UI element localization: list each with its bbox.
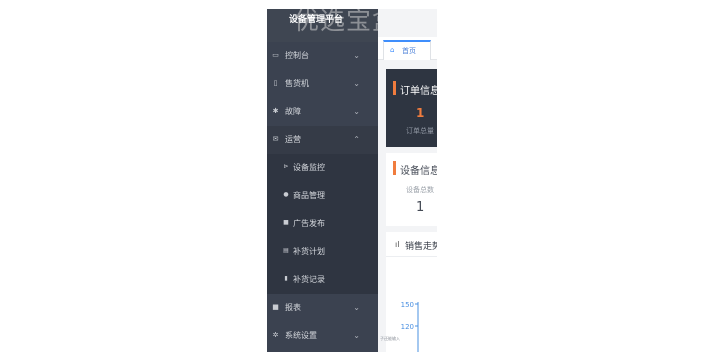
tab-label: 首页 xyxy=(402,47,416,55)
sales-trend-card: ıl 销售走势 150 120 xyxy=(386,232,437,352)
gear-icon: ✲ xyxy=(272,331,279,339)
sidebar-item-label: 控制台 xyxy=(285,51,309,60)
sidebar-item-dashboard[interactable]: ▭ 控制台 ⌄ xyxy=(267,42,378,70)
calendar-icon: ▤ xyxy=(283,247,289,254)
footnote-text: 子还能输入 xyxy=(380,336,400,341)
order-info-card: 订单信息 1 订单总量 xyxy=(386,69,437,147)
chevron-down-icon: ⌄ xyxy=(353,303,360,312)
chevron-down-icon: ⌄ xyxy=(353,331,360,340)
sales-chart: 150 120 xyxy=(401,301,419,352)
main-content: ⌂ 首页 订单信息 1 订单总量 设备信息 设备总数 1 ıl 销售走势 150… xyxy=(378,9,437,352)
sidebar-item-label: 报表 xyxy=(285,303,301,312)
chevron-up-icon: ⌃ xyxy=(353,135,360,144)
order-total-value: 1 xyxy=(416,106,425,120)
device-info-title: 设备信息 xyxy=(400,166,437,177)
mail-icon: ✉ xyxy=(272,135,279,143)
sidebar-subitem-label: 补货记录 xyxy=(293,275,325,284)
device-total-label: 设备总数 xyxy=(406,186,434,194)
sidebar-item-settings[interactable]: ✲ 系统设置 ⌄ xyxy=(267,322,378,350)
sidebar-item-label: 故障 xyxy=(285,107,301,116)
sidebar-item-vending[interactable]: ▯ 售货机 ⌄ xyxy=(267,70,378,98)
brand-title: 设备管理平台 xyxy=(289,15,344,25)
sidebar-item-fault[interactable]: ✱ 故障 ⌄ xyxy=(267,98,378,126)
device-total-value: 1 xyxy=(416,200,425,215)
home-icon: ⌂ xyxy=(390,46,395,54)
sidebar-item-reports[interactable]: ■ 报表 ⌄ xyxy=(267,294,378,322)
monitor-icon: ⊳ xyxy=(283,163,289,170)
circle-icon: ● xyxy=(283,191,289,198)
monitor-icon: ▭ xyxy=(272,51,279,59)
sidebar-subitem-restock-plan[interactable]: ▤ 补货计划 xyxy=(267,238,378,266)
sidebar-subitem-ad-publish[interactable]: ■ 广告发布 xyxy=(267,210,378,238)
brand-header: 优选宝盒 设备管理平台 xyxy=(267,9,397,42)
sidebar-subitem-device-monitor[interactable]: ⊳ 设备监控 xyxy=(267,154,378,182)
sidebar-subitem-label: 商品管理 xyxy=(293,191,325,200)
table-icon: ■ xyxy=(272,303,279,311)
sidebar-subitem-label: 设备监控 xyxy=(293,163,325,172)
sidebar-subitem-restock-record[interactable]: ▮ 补货记录 xyxy=(267,266,378,294)
app-window: 优选宝盒 设备管理平台 ▭ 控制台 ⌄ ▯ 售货机 ⌄ ✱ 故障 ⌄ ✉ 运营 xyxy=(267,9,437,352)
sidebar-item-label: 售货机 xyxy=(285,79,309,88)
sidebar-subitem-label: 广告发布 xyxy=(293,219,325,228)
file-icon: ▮ xyxy=(284,275,288,282)
sidebar-menu: ▭ 控制台 ⌄ ▯ 售货机 ⌄ ✱ 故障 ⌄ ✉ 运营 ⌃ ⊳ 设备监控 ● 商… xyxy=(267,42,378,350)
sidebar-subitem-product-manage[interactable]: ● 商品管理 xyxy=(267,182,378,210)
wrench-icon: ✱ xyxy=(272,107,279,115)
device-info-card: 设备信息 设备总数 1 xyxy=(386,153,437,226)
tab-bar: ⌂ 首页 xyxy=(378,37,437,60)
title-accent-bar xyxy=(393,161,396,175)
chevron-down-icon: ⌄ xyxy=(353,107,360,116)
sidebar: 优选宝盒 设备管理平台 ▭ 控制台 ⌄ ▯ 售货机 ⌄ ✱ 故障 ⌄ ✉ 运营 xyxy=(267,9,397,352)
y-tick-label: 120 xyxy=(401,323,414,331)
y-tick-label: 150 xyxy=(401,301,414,309)
order-total-label: 订单总量 xyxy=(406,127,434,135)
sidebar-item-label: 运营 xyxy=(285,135,301,144)
sidebar-subitem-label: 补货计划 xyxy=(293,247,325,256)
tab-home[interactable]: ⌂ 首页 xyxy=(383,40,431,60)
title-accent-bar xyxy=(393,81,396,95)
square-icon: ■ xyxy=(283,219,289,226)
sidebar-item-label: 系统设置 xyxy=(285,331,317,340)
chevron-down-icon: ⌄ xyxy=(353,79,360,88)
sidebar-item-operations[interactable]: ✉ 运营 ⌃ xyxy=(267,126,378,154)
order-info-title: 订单信息 xyxy=(400,86,437,97)
chevron-down-icon: ⌄ xyxy=(353,51,360,60)
phone-icon: ▯ xyxy=(273,79,278,87)
